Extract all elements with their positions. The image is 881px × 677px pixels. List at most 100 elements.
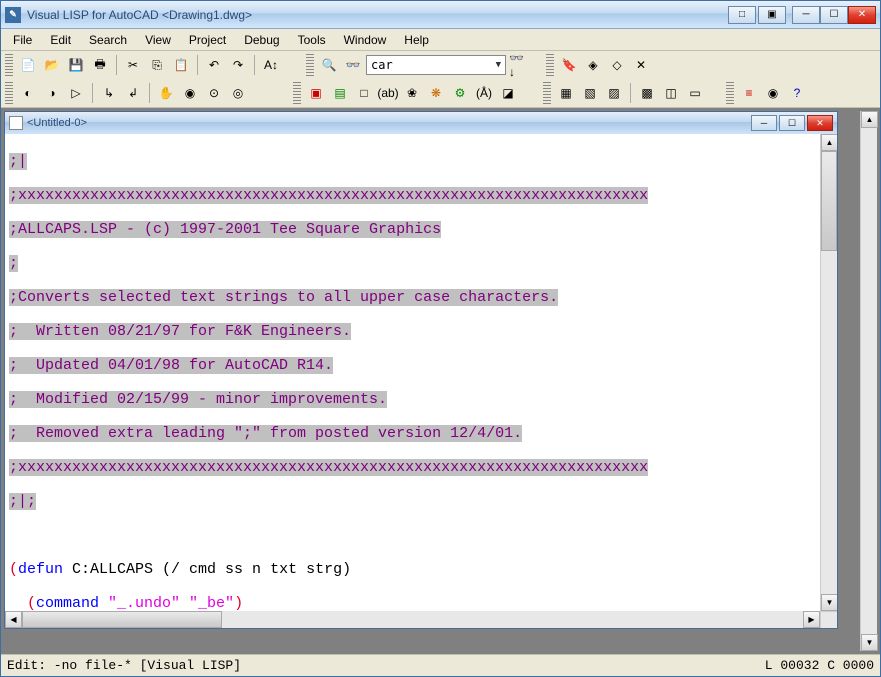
scroll-left-icon[interactable]: ◀ (5, 611, 22, 628)
bookmark-clear-icon[interactable]: ✕ (630, 54, 652, 76)
doc-titlebar[interactable]: <Untitled-0> ─ ☐ ✕ (5, 112, 837, 134)
close-button[interactable]: ✕ (848, 6, 876, 24)
search-combo-value: car (371, 58, 393, 72)
chevron-down-icon[interactable]: ▼ (496, 60, 501, 70)
debug-tool-6-icon[interactable]: ◉ (179, 82, 201, 104)
window-title: Visual LISP for AutoCAD <Drawing1.dwg> (27, 8, 728, 22)
view-tool-2-icon[interactable]: ▧ (579, 82, 601, 104)
doc-minimize-button[interactable]: ─ (751, 115, 777, 131)
paste-icon[interactable]: 📋 (170, 54, 192, 76)
unknown-button-2[interactable]: ▣ (758, 6, 786, 24)
toolbar-grip[interactable] (5, 54, 13, 76)
open-file-icon[interactable]: 📂 (41, 54, 63, 76)
menu-search[interactable]: Search (81, 31, 135, 49)
mdi-client: <Untitled-0> ─ ☐ ✕ ;| ;xxxxxxxxxxxxxxxxx… (1, 108, 880, 654)
menu-debug[interactable]: Debug (236, 31, 287, 49)
view-tool-4-icon[interactable]: ▩ (636, 82, 658, 104)
doc-close-button[interactable]: ✕ (807, 115, 833, 131)
undo-icon[interactable]: ↶ (203, 54, 225, 76)
trace-tool-6-icon[interactable]: ❋ (425, 82, 447, 104)
hand-icon[interactable]: ✋ (155, 82, 177, 104)
doc-vertical-scrollbar[interactable]: ▲ ▼ (820, 134, 837, 611)
menu-project[interactable]: Project (181, 31, 234, 49)
trace-tool-4-icon[interactable]: (ab) (377, 82, 399, 104)
toolbar-grip-4[interactable] (5, 82, 13, 104)
menu-view[interactable]: View (137, 31, 179, 49)
trace-tool-2-icon[interactable]: ▤ (329, 82, 351, 104)
menu-window[interactable]: Window (336, 31, 395, 49)
view-tool-5-icon[interactable]: ◫ (660, 82, 682, 104)
maximize-button[interactable]: ☐ (820, 6, 848, 24)
menu-tools[interactable]: Tools (290, 31, 334, 49)
trace-tool-8-icon[interactable]: (Å) (473, 82, 495, 104)
hscroll-track[interactable] (222, 611, 803, 628)
trace-tool-3-icon[interactable]: □ (353, 82, 375, 104)
redo-icon[interactable]: ↷ (227, 54, 249, 76)
comment-line: ;| (9, 153, 27, 170)
view-tool-1-icon[interactable]: ▦ (555, 82, 577, 104)
trace-tool-5-icon[interactable]: ❀ (401, 82, 423, 104)
toolbar-grip-3[interactable] (546, 54, 554, 76)
complete-word-icon[interactable]: A↕ (260, 54, 282, 76)
find-toolbar-icon[interactable]: 👓 (342, 54, 364, 76)
menu-file[interactable]: File (5, 31, 40, 49)
save-icon[interactable]: 💾 (65, 54, 87, 76)
status-right: L 00032 C 0000 (765, 658, 874, 673)
doc-maximize-button[interactable]: ☐ (779, 115, 805, 131)
debug-tool-3-icon[interactable]: ▷ (65, 82, 87, 104)
debug-tool-5-icon[interactable]: ↲ (122, 82, 144, 104)
comment-line: ; Written 08/21/97 for F&K Engineers. (9, 323, 351, 340)
toolbar-grip-2[interactable] (306, 54, 314, 76)
toolbar-grip-5[interactable] (293, 82, 301, 104)
scroll-up-icon[interactable]: ▲ (821, 134, 837, 151)
menu-bar: File Edit Search View Project Debug Tool… (1, 29, 880, 51)
unknown-button-1[interactable]: □ (728, 6, 756, 24)
search-combo[interactable]: car ▼ (366, 55, 506, 75)
copy-icon[interactable]: ⎘ (146, 54, 168, 76)
comment-line: ;ALLCAPS.LSP - (c) 1997-2001 Tee Square … (9, 221, 441, 238)
view-tool-3-icon[interactable]: ▨ (603, 82, 625, 104)
new-file-icon[interactable]: 📄 (17, 54, 39, 76)
cut-icon[interactable]: ✂ (122, 54, 144, 76)
toolbar-grip-6[interactable] (543, 82, 551, 104)
debug-tool-1-icon[interactable]: ◐ (17, 82, 39, 104)
find-icon[interactable]: 🔍 (318, 54, 340, 76)
menu-edit[interactable]: Edit (42, 31, 79, 49)
help-icon[interactable]: ? (786, 82, 808, 104)
scroll-right-icon[interactable]: ▶ (803, 611, 820, 628)
debug-tool-7-icon[interactable]: ⊙ (203, 82, 225, 104)
view-tool-6-icon[interactable]: ▭ (684, 82, 706, 104)
bookmark-icon[interactable]: 🔖 (558, 54, 580, 76)
minimize-button[interactable]: ─ (792, 6, 820, 24)
trace-tool-7-icon[interactable]: ⚙ (449, 82, 471, 104)
mdi-vertical-scrollbar[interactable]: ▲ ▼ (860, 111, 877, 651)
bookmark-next-icon[interactable]: ◈ (582, 54, 604, 76)
menu-help[interactable]: Help (396, 31, 437, 49)
debug-tool-2-icon[interactable]: ◑ (41, 82, 63, 104)
debug-tool-8-icon[interactable]: ◎ (227, 82, 249, 104)
toolbar-grip-7[interactable] (726, 82, 734, 104)
scroll-down-icon[interactable]: ▼ (821, 594, 837, 611)
comment-line: ; Removed extra leading ";" from posted … (9, 425, 522, 442)
comment-line: ; Updated 04/01/98 for AutoCAD R14. (9, 357, 333, 374)
hscroll-thumb[interactable] (22, 611, 222, 628)
titlebar[interactable]: ✎ Visual LISP for AutoCAD <Drawing1.dwg>… (1, 1, 880, 29)
console-icon[interactable]: ≡ (738, 82, 760, 104)
scroll-thumb[interactable] (821, 151, 837, 251)
inspect-icon[interactable]: ◉ (762, 82, 784, 104)
trace-tool-1-icon[interactable]: ▣ (305, 82, 327, 104)
doc-title: <Untitled-0> (27, 117, 749, 129)
scroll-track[interactable] (821, 251, 837, 594)
outer-scroll-up-icon[interactable]: ▲ (861, 111, 878, 128)
code-line: (command "_.undo" "_be") (9, 595, 816, 611)
outer-scroll-down-icon[interactable]: ▼ (861, 634, 878, 651)
code-editor[interactable]: ;| ;xxxxxxxxxxxxxxxxxxxxxxxxxxxxxxxxxxxx… (5, 134, 820, 611)
find-next-icon[interactable]: 👓↓ (508, 54, 530, 76)
bookmark-prev-icon[interactable]: ◇ (606, 54, 628, 76)
trace-tool-9-icon[interactable]: ◪ (497, 82, 519, 104)
comment-line: ;Converts selected text strings to all u… (9, 289, 558, 306)
doc-horizontal-scrollbar[interactable]: ◀ ▶ (5, 611, 820, 628)
print-icon[interactable]: 🖶 (89, 54, 111, 76)
debug-tool-4-icon[interactable]: ↳ (98, 82, 120, 104)
outer-scroll-track[interactable] (861, 128, 877, 634)
